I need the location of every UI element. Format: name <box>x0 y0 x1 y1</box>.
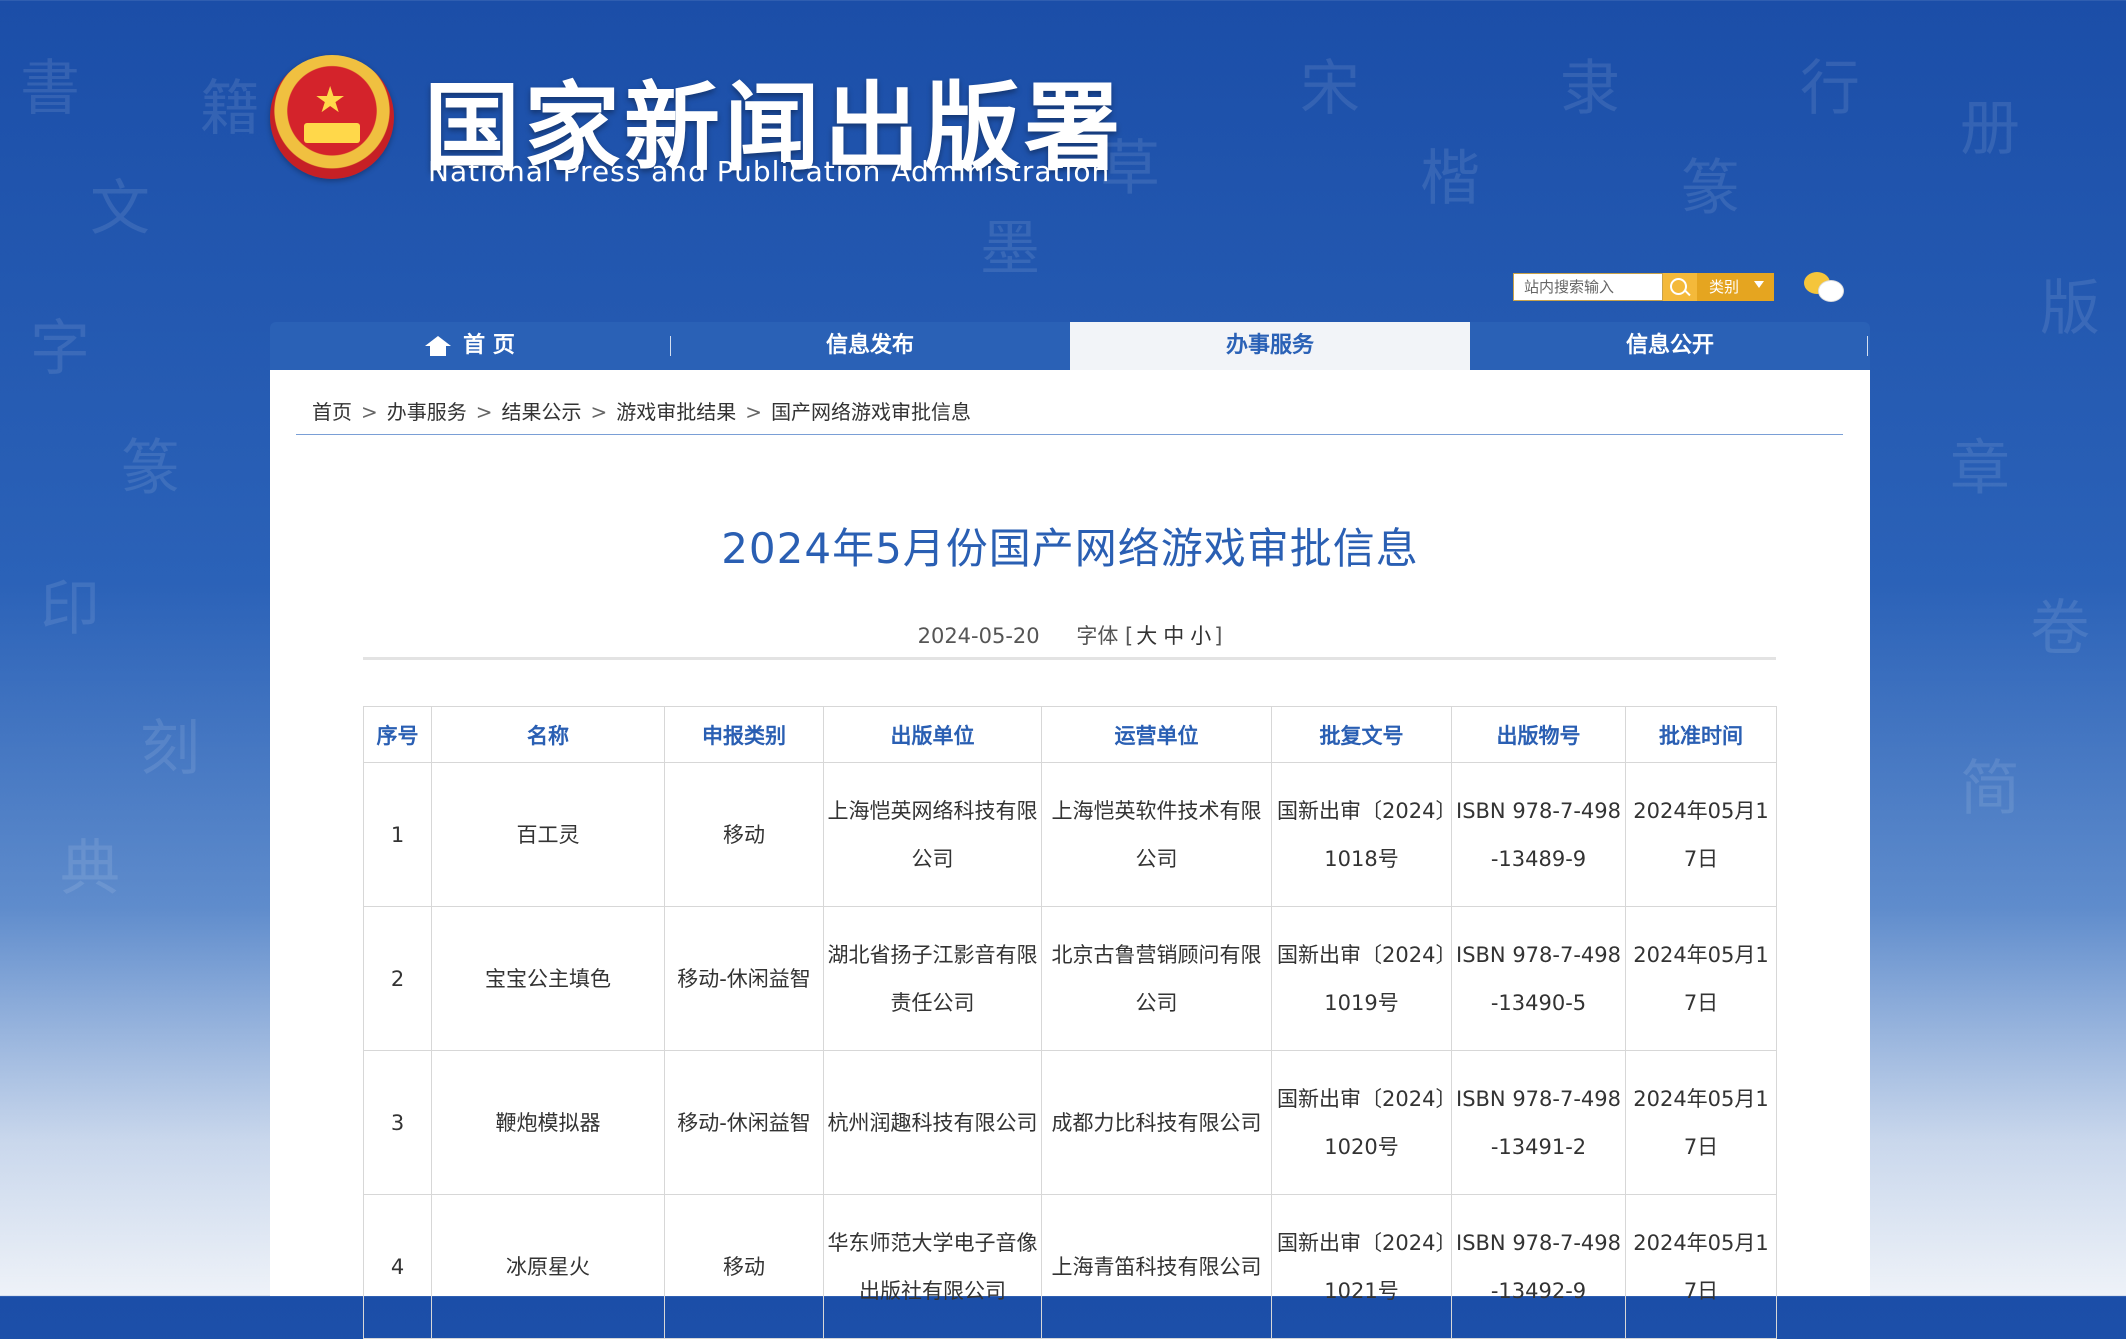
table-cell: ISBN 978-7-498-13491-2 <box>1451 1050 1626 1195</box>
table-cell: 华东师范大学电子音像出版社有限公司 <box>823 1194 1042 1339</box>
category-label: 类别 <box>1709 278 1740 296</box>
wechat-icon[interactable] <box>1804 270 1844 302</box>
column-header: 申报类别 <box>664 706 824 763</box>
table-row: 2 宝宝公主填色 移动-休闲益智 湖北省扬子江影音有限责任公司 北京古鲁营销顾问… <box>363 906 1777 1051</box>
column-header: 批准时间 <box>1625 706 1777 763</box>
nav-item-label: 信息公开 <box>1625 333 1714 358</box>
home-icon <box>425 336 452 356</box>
publish-date: 2024-05-20 <box>917 624 1040 648</box>
category-dropdown[interactable]: 类别 <box>1697 273 1774 301</box>
main-nav: 首 页 信息发布 办事服务 信息公开 <box>270 322 1870 370</box>
divider <box>296 434 1843 435</box>
table-cell: 移动 <box>664 1194 824 1339</box>
nav-item-label: 信息发布 <box>825 333 914 358</box>
font-size-large-button[interactable]: 大 <box>1136 624 1157 648</box>
nav-item-label: 首 页 <box>463 333 515 358</box>
table-cell: 成都力比科技有限公司 <box>1041 1050 1272 1195</box>
table-cell: 上海恺英软件技术有限公司 <box>1041 762 1272 907</box>
table-cell: 2024年05月17日 <box>1625 1050 1777 1195</box>
table-cell: 上海恺英网络科技有限公司 <box>823 762 1042 907</box>
table-cell: 湖北省扬子江影音有限责任公司 <box>823 906 1042 1051</box>
table-cell: ISBN 978-7-498-13492-9 <box>1451 1194 1626 1339</box>
breadcrumb-link[interactable]: 游戏审批结果 <box>616 400 736 424</box>
table-cell: 杭州润趣科技有限公司 <box>823 1050 1042 1195</box>
table-cell: 国新出审〔2024〕1019号 <box>1271 906 1452 1051</box>
approval-table: 序号 名称 申报类别 出版单位 运营单位 批复文号 出版物号 批准时间 1 百工… <box>363 706 1777 1339</box>
font-size-medium-button[interactable]: 中 <box>1163 624 1184 648</box>
table-cell: 国新出审〔2024〕1021号 <box>1271 1194 1452 1339</box>
search-input[interactable]: 站内搜索输入 <box>1513 273 1663 301</box>
column-header: 出版物号 <box>1451 706 1626 763</box>
table-cell: 上海青笛科技有限公司 <box>1041 1194 1272 1339</box>
font-size-label: 字体 <box>1076 624 1119 648</box>
nav-item-services[interactable]: 办事服务 <box>1070 322 1470 370</box>
column-header: 批复文号 <box>1271 706 1452 763</box>
font-size-small-button[interactable]: 小 <box>1190 624 1211 648</box>
nav-divider <box>1867 336 1868 356</box>
column-header: 运营单位 <box>1041 706 1272 763</box>
table-cell: 冰原星火 <box>431 1194 665 1339</box>
table-row: 1 百工灵 移动 上海恺英网络科技有限公司 上海恺英软件技术有限公司 国新出审〔… <box>363 762 1777 907</box>
table-cell: 移动-休闲益智 <box>664 906 824 1051</box>
table-cell: 百工灵 <box>431 762 665 907</box>
column-header: 出版单位 <box>823 706 1042 763</box>
table-cell: 4 <box>363 1194 432 1339</box>
breadcrumb-link[interactable]: 首页 <box>312 400 352 424</box>
column-header: 名称 <box>431 706 665 763</box>
nav-item-info-release[interactable]: 信息发布 <box>670 322 1070 370</box>
page-title: 2024年5月份国产网络游戏审批信息 <box>721 524 1419 573</box>
table-cell: 2 <box>363 906 432 1051</box>
search-button[interactable] <box>1663 273 1697 301</box>
table-cell: ISBN 978-7-498-13489-9 <box>1451 762 1626 907</box>
table-cell: 2024年05月17日 <box>1625 1194 1777 1339</box>
search-icon <box>1670 278 1687 295</box>
table-cell: 国新出审〔2024〕1020号 <box>1271 1050 1452 1195</box>
breadcrumb-link[interactable]: 国产网络游戏审批信息 <box>771 400 971 424</box>
table-cell: 移动 <box>664 762 824 907</box>
main-content: 首页 > 办事服务 > 结果公示 > 游戏审批结果 > 国产网络游戏审批信息 2024年5月份国… <box>270 370 1870 1339</box>
table-cell: 1 <box>363 762 432 907</box>
divider <box>363 657 1776 660</box>
site-subtitle: National Press and Publication Administr… <box>428 155 1111 188</box>
table-row: 3 鞭炮模拟器 移动-休闲益智 杭州润趣科技有限公司 成都力比科技有限公司 国新… <box>363 1050 1777 1195</box>
table-cell: ISBN 978-7-498-13490-5 <box>1451 906 1626 1051</box>
national-emblem-icon: ★ <box>270 55 394 179</box>
breadcrumb-link[interactable]: 办事服务 <box>387 400 467 424</box>
article-meta: 2024-05-20 字体 [大中小] <box>917 624 1223 648</box>
breadcrumb-link[interactable]: 结果公示 <box>502 400 582 424</box>
table-cell: 鞭炮模拟器 <box>431 1050 665 1195</box>
nav-item-label: 办事服务 <box>1225 333 1314 358</box>
nav-item-info-disclosure[interactable]: 信息公开 <box>1470 322 1870 370</box>
table-cell: 2024年05月17日 <box>1625 762 1777 907</box>
table-cell: 宝宝公主填色 <box>431 906 665 1051</box>
nav-item-home[interactable]: 首 页 <box>270 322 670 370</box>
site-header: ★ 国家新闻出版署 National Press and Publication… <box>0 0 2126 322</box>
table-cell: 国新出审〔2024〕1018号 <box>1271 762 1452 907</box>
column-header: 序号 <box>363 706 432 763</box>
table-cell: 北京古鲁营销顾问有限公司 <box>1041 906 1272 1051</box>
table-header-row: 序号 名称 申报类别 出版单位 运营单位 批复文号 出版物号 批准时间 <box>363 706 1777 763</box>
table-row: 4 冰原星火 移动 华东师范大学电子音像出版社有限公司 上海青笛科技有限公司 国… <box>363 1194 1777 1339</box>
breadcrumb: 首页 > 办事服务 > 结果公示 > 游戏审批结果 > 国产网络游戏审批信息 <box>312 400 972 424</box>
table-cell: 2024年05月17日 <box>1625 906 1777 1051</box>
chevron-down-icon <box>1754 281 1764 288</box>
table-cell: 移动-休闲益智 <box>664 1050 824 1195</box>
table-cell: 3 <box>363 1050 432 1195</box>
